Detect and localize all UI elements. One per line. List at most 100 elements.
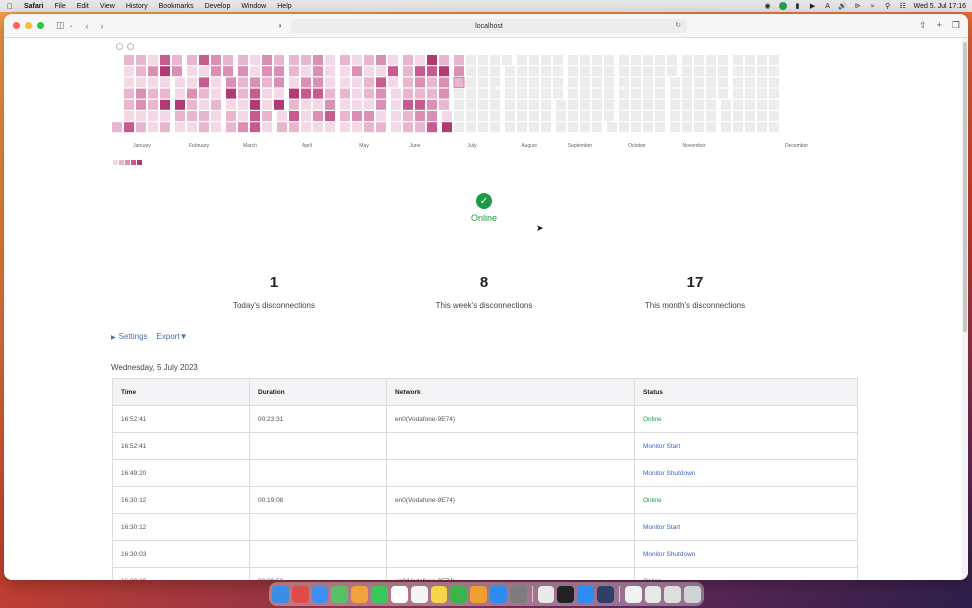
heatmap-day-cell[interactable] xyxy=(403,99,413,110)
heatmap-day-cell[interactable] xyxy=(415,55,425,65)
heatmap-day-cell[interactable] xyxy=(199,111,209,121)
heatmap-day-cell[interactable] xyxy=(505,122,515,133)
heatmap-day-cell[interactable] xyxy=(439,77,449,88)
heatmap-day-cell[interactable] xyxy=(769,88,779,99)
heatmap-day-cell[interactable] xyxy=(439,88,449,99)
heatmap-day-cell[interactable] xyxy=(568,111,578,121)
menu-help[interactable]: Help xyxy=(277,3,291,10)
heatmap-day-cell[interactable] xyxy=(619,111,629,121)
heatmap-day-cell[interactable] xyxy=(427,111,437,121)
heatmap-day-cell[interactable] xyxy=(313,111,323,121)
heatmap-day-cell[interactable] xyxy=(325,99,335,110)
heatmap-day-cell[interactable] xyxy=(706,122,716,133)
heatmap-day-cell[interactable] xyxy=(490,55,500,65)
heatmap-day-cell[interactable] xyxy=(745,77,755,88)
heatmap-day-cell[interactable] xyxy=(325,66,335,77)
menu-history[interactable]: History xyxy=(126,3,148,10)
maps-icon[interactable] xyxy=(331,585,349,603)
heatmap-day-cell[interactable] xyxy=(667,55,677,65)
heatmap-day-cell[interactable] xyxy=(592,55,602,65)
heatmap-day-cell[interactable] xyxy=(505,88,515,99)
menu-develop[interactable]: Develop xyxy=(205,3,231,10)
heatmap-day-cell[interactable] xyxy=(541,66,551,77)
heatmap-day-cell[interactable] xyxy=(568,77,578,88)
heatmap-day-cell[interactable] xyxy=(682,111,692,121)
heatmap-day-cell[interactable] xyxy=(313,122,323,133)
heatmap-day-cell[interactable] xyxy=(718,55,728,65)
heatmap-day-cell[interactable] xyxy=(592,88,602,99)
heatmap-day-cell[interactable] xyxy=(352,55,362,65)
heatmap-day-cell[interactable] xyxy=(592,66,602,77)
heatmap-day-cell[interactable] xyxy=(439,66,449,77)
heatmap-day-cell[interactable] xyxy=(427,122,437,133)
heatmap-day-cell[interactable] xyxy=(655,66,665,77)
heatmap-day-cell[interactable] xyxy=(619,77,629,88)
heatmap-day-cell[interactable] xyxy=(733,55,743,65)
heatmap-day-cell[interactable] xyxy=(148,88,158,99)
heatmap-day-cell[interactable] xyxy=(325,55,335,65)
heatmap-day-cell[interactable] xyxy=(376,122,386,133)
heatmap-day-cell[interactable] xyxy=(160,77,170,88)
heatmap-day-cell[interactable] xyxy=(670,77,680,88)
close-window-button[interactable] xyxy=(13,22,20,29)
heatmap-day-cell[interactable] xyxy=(136,66,146,77)
heatmap-day-cell[interactable] xyxy=(439,55,449,65)
heatmap-day-cell[interactable] xyxy=(541,122,551,133)
heatmap-day-cell[interactable] xyxy=(187,99,197,110)
heatmap-day-cell[interactable] xyxy=(262,55,272,65)
heatmap-day-cell[interactable] xyxy=(415,77,425,88)
heatmap-day-cell[interactable] xyxy=(274,55,284,65)
heatmap-day-cell[interactable] xyxy=(274,99,284,110)
calendar-icon[interactable] xyxy=(390,585,408,603)
heatmap-day-cell[interactable] xyxy=(340,66,350,77)
heatmap-day-cell[interactable] xyxy=(391,111,401,121)
forward-icon[interactable]: › xyxy=(101,21,104,31)
heatmap-day-cell[interactable] xyxy=(226,122,236,133)
heatmap-day-cell[interactable] xyxy=(580,122,590,133)
heatmap-day-cell[interactable] xyxy=(352,111,362,121)
heatmap-day-cell[interactable] xyxy=(694,55,704,65)
heatmap-day-cell[interactable] xyxy=(415,88,425,99)
heatmap-day-cell[interactable] xyxy=(211,55,221,65)
export-button[interactable]: Export▼ xyxy=(157,332,188,341)
heatmap-day-cell[interactable] xyxy=(694,77,704,88)
heatmap-day-cell[interactable] xyxy=(733,77,743,88)
heatmap-day-cell[interactable] xyxy=(505,77,515,88)
heatmap-day-cell[interactable] xyxy=(529,111,539,121)
heatmap-day-cell[interactable] xyxy=(160,55,170,65)
heatmap-day-cell[interactable] xyxy=(376,99,386,110)
heatmap-day-cell[interactable] xyxy=(250,99,260,110)
play-icon[interactable]: ▶ xyxy=(809,2,817,10)
heatmap-day-cell[interactable] xyxy=(364,55,374,65)
heatmap-day-cell[interactable] xyxy=(403,88,413,99)
heatmap-day-cell[interactable] xyxy=(136,99,146,110)
heatmap-day-cell[interactable] xyxy=(187,122,197,133)
heatmap-day-cell[interactable] xyxy=(466,55,476,65)
heatmap-day-cell[interactable] xyxy=(478,55,488,65)
heatmap-day-cell[interactable] xyxy=(415,66,425,77)
heatmap-day-cell[interactable] xyxy=(529,77,539,88)
network-monitor-icon[interactable] xyxy=(596,585,614,603)
heatmap-day-cell[interactable] xyxy=(769,66,779,77)
share-icon[interactable]: ⇧ xyxy=(919,20,927,31)
heatmap-day-cell[interactable] xyxy=(289,55,299,65)
heatmap-day-cell[interactable] xyxy=(136,122,146,133)
heatmap-day-cell[interactable] xyxy=(289,66,299,77)
heatmap-day-cell[interactable] xyxy=(364,66,374,77)
heatmap-day-cell[interactable] xyxy=(745,122,755,133)
heatmap-day-cell[interactable] xyxy=(415,99,425,110)
heatmap-day-cell[interactable] xyxy=(517,111,527,121)
heatmap-day-cell[interactable] xyxy=(643,99,653,110)
launchpad-icon[interactable] xyxy=(291,585,309,603)
heatmap-day-cell[interactable] xyxy=(187,77,197,88)
heatmap-day-cell[interactable] xyxy=(427,66,437,77)
heatmap-day-cell[interactable] xyxy=(376,66,386,77)
heatmap-day-cell[interactable] xyxy=(541,111,551,121)
heatmap-day-cell[interactable] xyxy=(364,111,374,121)
heatmap-day-cell[interactable] xyxy=(769,122,779,133)
heatmap-day-cell[interactable] xyxy=(301,99,311,110)
heatmap-day-cell[interactable] xyxy=(376,111,386,121)
heatmap-day-cell[interactable] xyxy=(211,99,221,110)
heatmap-day-cell[interactable] xyxy=(313,88,323,99)
heatmap-day-cell[interactable] xyxy=(733,122,743,133)
